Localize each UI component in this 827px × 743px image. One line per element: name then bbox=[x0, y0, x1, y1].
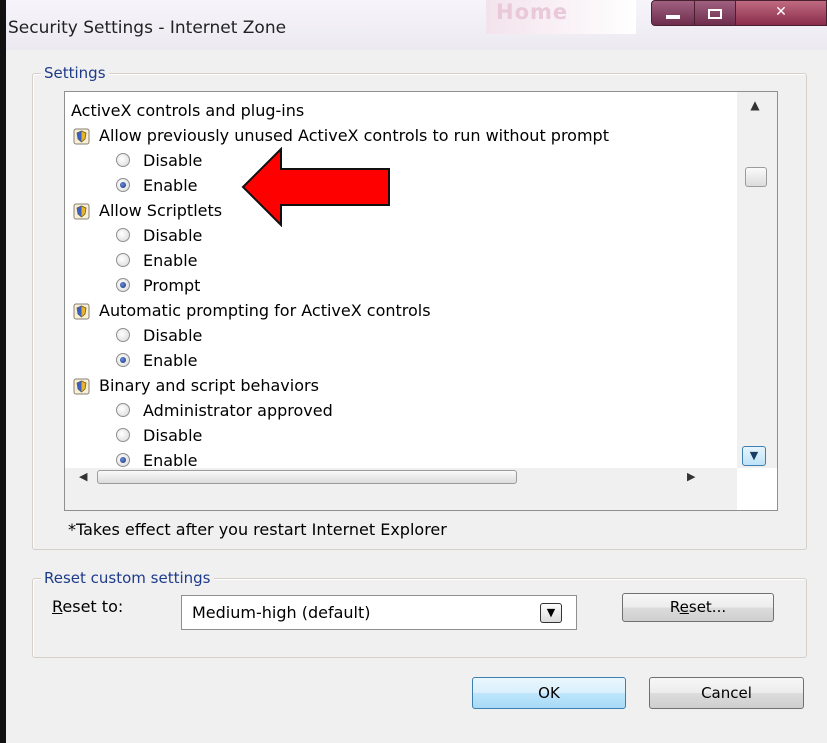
security-setting-icon bbox=[73, 302, 90, 320]
minimize-button[interactable] bbox=[651, 0, 695, 26]
setting-option-label: Administrator approved bbox=[143, 401, 333, 420]
dialog-title: Security Settings - Internet Zone bbox=[8, 18, 287, 38]
horizontal-scroll-thumb[interactable] bbox=[97, 470, 517, 484]
category-header: ActiveX controls and plug-ins bbox=[71, 98, 304, 123]
red-arrow-icon bbox=[241, 147, 390, 227]
setting-category-label: Allow Scriptlets bbox=[99, 201, 223, 220]
setting-option-label: Disable bbox=[143, 151, 203, 170]
radio-button[interactable] bbox=[116, 228, 130, 242]
radio-button[interactable] bbox=[116, 328, 130, 342]
security-setting-icon bbox=[73, 127, 90, 145]
caption-buttons: ✕ bbox=[651, 0, 827, 28]
radio-button[interactable] bbox=[116, 278, 130, 292]
scroll-left-arrow-icon[interactable]: ◀ bbox=[79, 470, 87, 483]
reset-button[interactable]: Reset... bbox=[622, 593, 774, 622]
reset-level-select[interactable]: Medium-high (default) ▼ bbox=[181, 595, 577, 630]
close-button[interactable]: ✕ bbox=[735, 0, 827, 26]
setting-option-label: Disable bbox=[143, 426, 203, 445]
security-setting-icon bbox=[73, 377, 90, 395]
vertical-scroll-thumb[interactable] bbox=[745, 167, 767, 187]
setting-option-label: Enable bbox=[143, 351, 198, 370]
setting-option-label: Prompt bbox=[143, 276, 201, 295]
scroll-down-arrow-icon: ▼ bbox=[749, 449, 759, 462]
horizontal-scrollbar[interactable]: ◀ ▶ bbox=[65, 468, 737, 510]
reset-level-value: Medium-high (default) bbox=[192, 603, 371, 622]
setting-option-label: Enable bbox=[143, 451, 198, 468]
category-header-label: ActiveX controls and plug-ins bbox=[71, 101, 305, 120]
setting-category-label: Binary and script behaviors bbox=[99, 376, 319, 395]
setting-option-label: Disable bbox=[143, 326, 203, 345]
maximize-icon bbox=[708, 9, 722, 19]
setting-option-label: Enable bbox=[143, 251, 198, 270]
settings-list[interactable]: ActiveX controls and plug-ins Allow prev… bbox=[64, 91, 778, 511]
radio-button[interactable] bbox=[116, 453, 130, 467]
settings-list-content: ActiveX controls and plug-ins Allow prev… bbox=[65, 92, 737, 468]
settings-group-label: Settings bbox=[41, 64, 109, 82]
reset-to-label: Reset to: bbox=[52, 597, 124, 616]
background-home-caption: Home bbox=[486, 0, 636, 34]
radio-button[interactable] bbox=[116, 153, 130, 167]
scroll-down-button[interactable]: ▼ bbox=[742, 446, 766, 466]
security-setting-icon bbox=[73, 202, 90, 220]
vertical-scrollbar[interactable]: ▲ ▼ bbox=[737, 92, 777, 468]
cancel-button[interactable]: Cancel bbox=[649, 677, 804, 709]
chevron-down-icon: ▼ bbox=[546, 606, 556, 619]
close-icon: ✕ bbox=[775, 4, 787, 20]
restart-note: *Takes effect after you restart Internet… bbox=[68, 520, 447, 539]
title-bar[interactable]: Security Settings - Internet Zone Home ✕ bbox=[6, 0, 827, 50]
scroll-up-arrow-icon[interactable]: ▲ bbox=[747, 98, 763, 114]
radio-button[interactable] bbox=[116, 253, 130, 267]
radio-button[interactable] bbox=[116, 428, 130, 442]
minimize-icon bbox=[666, 15, 680, 19]
radio-button[interactable] bbox=[116, 353, 130, 367]
dropdown-button[interactable]: ▼ bbox=[540, 603, 562, 623]
ok-button[interactable]: OK bbox=[472, 677, 626, 709]
scroll-right-arrow-icon[interactable]: ▶ bbox=[687, 470, 695, 483]
radio-button[interactable] bbox=[116, 403, 130, 417]
setting-option-label: Enable bbox=[143, 176, 198, 195]
setting-category-label: Automatic prompting for ActiveX controls bbox=[99, 301, 431, 320]
setting-category-label: Allow previously unused ActiveX controls… bbox=[99, 126, 609, 145]
reset-group-label: Reset custom settings bbox=[41, 569, 214, 587]
setting-option-label: Disable bbox=[143, 226, 203, 245]
maximize-button[interactable] bbox=[694, 0, 736, 26]
radio-button[interactable] bbox=[116, 178, 130, 192]
